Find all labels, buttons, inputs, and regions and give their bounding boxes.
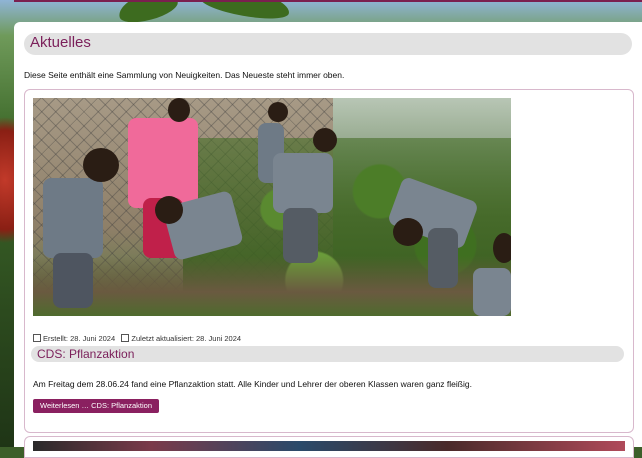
- image-person: [283, 208, 318, 263]
- news-article-card: Erstellt: 28. Juni 2024 Zuletzt aktualis…: [24, 89, 634, 433]
- image-person: [53, 253, 93, 308]
- article-teaser-text: Am Freitag dem 28.06.24 fand eine Pflanz…: [33, 379, 472, 389]
- article-image[interactable]: [33, 98, 511, 316]
- image-person: [473, 268, 511, 316]
- read-more-button[interactable]: Weiterlesen … CDS: Pflanzaktion: [33, 399, 159, 413]
- top-accent-bar: [14, 0, 642, 2]
- page-title: Aktuelles: [30, 34, 91, 51]
- image-person-head: [268, 102, 288, 122]
- image-person: [428, 228, 458, 288]
- image-person: [43, 178, 103, 258]
- calendar-icon: [33, 334, 41, 342]
- updated-date: Zuletzt aktualisiert: 28. Juni 2024: [131, 334, 242, 343]
- main-content-panel: Aktuelles Diese Seite enthält eine Samml…: [14, 22, 642, 458]
- article-title-bar: CDS: Pflanzaktion: [31, 346, 624, 362]
- image-person-head: [313, 128, 337, 152]
- article-title[interactable]: CDS: Pflanzaktion: [37, 347, 134, 361]
- image-person: [273, 153, 333, 213]
- image-person-head: [168, 98, 190, 122]
- created-date: Erstellt: 28. Juni 2024: [43, 334, 116, 343]
- image-person-head: [393, 218, 423, 246]
- image-person-head: [83, 148, 119, 182]
- page-title-bar: Aktuelles: [24, 33, 632, 55]
- calendar-edit-icon: [121, 334, 130, 342]
- page-intro-text: Diese Seite enthält eine Sammlung von Ne…: [24, 70, 345, 80]
- next-article-card: [24, 436, 634, 458]
- article-meta: Erstellt: 28. Juni 2024 Zuletzt aktualis…: [33, 334, 241, 343]
- next-article-image[interactable]: [33, 441, 625, 451]
- image-person-head: [493, 233, 511, 263]
- image-person: [128, 118, 198, 208]
- image-person-head: [155, 196, 183, 224]
